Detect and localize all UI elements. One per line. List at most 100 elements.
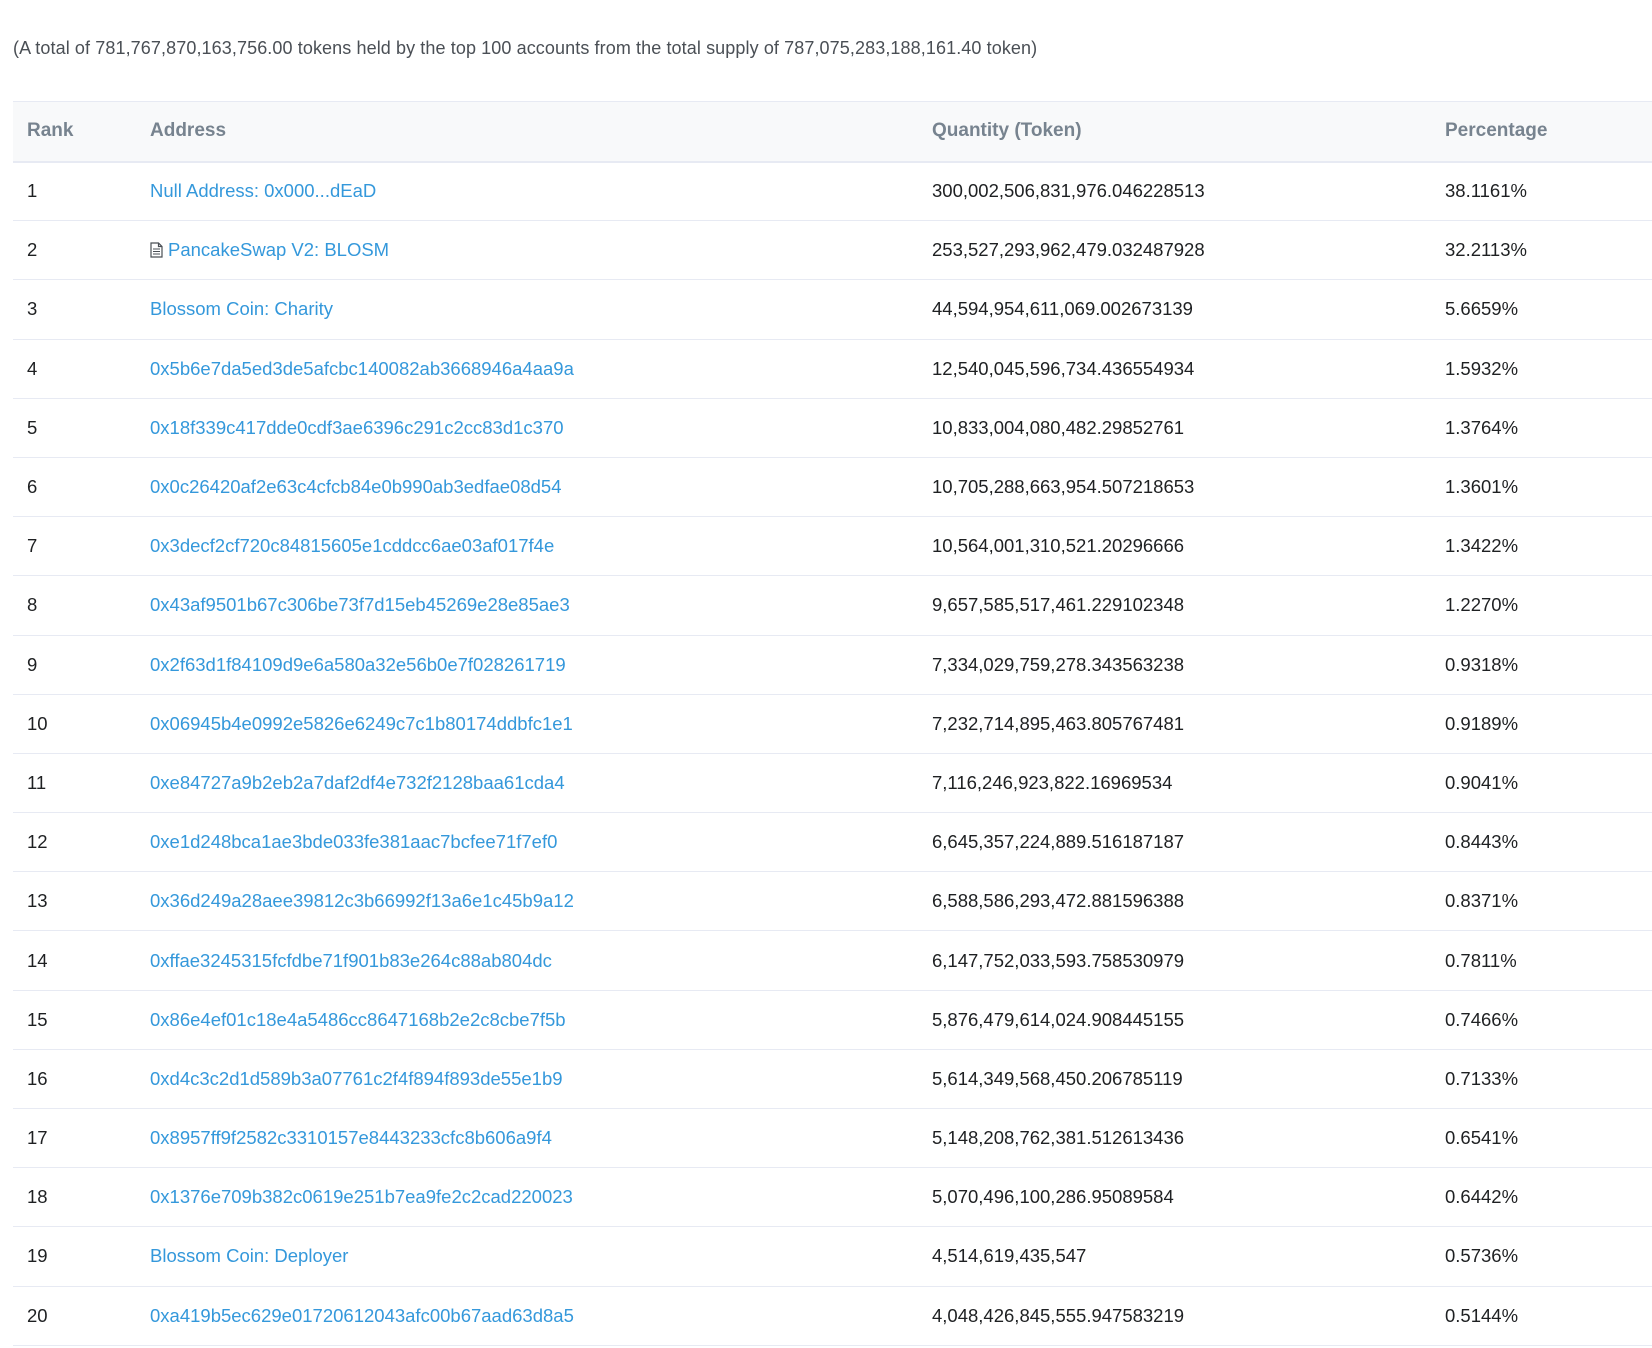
rank-cell: 9 bbox=[13, 635, 150, 695]
address-cell: 0x06945b4e0992e5826e6249c7c1b80174ddbfc1… bbox=[150, 694, 932, 754]
table-row: 19 Blossom Coin: Deployer 4,514,619,435,54… bbox=[13, 1226, 1652, 1287]
percentage-cell: 0.9318% bbox=[1445, 635, 1652, 695]
address-link[interactable]: 0x5b6e7da5ed3de5afcbc140082ab3668946a4aa… bbox=[150, 358, 574, 379]
address-link[interactable]: 0x3decf2cf720c84815605e1cddcc6ae03af017f… bbox=[150, 535, 554, 556]
address-link[interactable]: Blossom Coin: Charity bbox=[150, 298, 333, 319]
address-link[interactable]: Null Address: 0x000...dEaD bbox=[150, 180, 376, 201]
rank-cell: 3 bbox=[13, 279, 150, 340]
address-link[interactable]: 0x36d249a28aee39812c3b66992f13a6e1c45b9a… bbox=[150, 890, 574, 911]
address-link[interactable]: Blossom Coin: Deployer bbox=[150, 1245, 348, 1266]
address-link[interactable]: 0x06945b4e0992e5826e6249c7c1b80174ddbfc1… bbox=[150, 713, 573, 734]
address-cell: 0xe1d248bca1ae3bde033fe381aac7bcfee71f7e… bbox=[150, 812, 932, 873]
quantity-cell: 5,070,496,100,286.95089584 bbox=[932, 1167, 1445, 1228]
percentage-cell: 0.9189% bbox=[1445, 694, 1652, 754]
address-cell: 0x36d249a28aee39812c3b66992f13a6e1c45b9a… bbox=[150, 871, 932, 932]
rank-header: Rank bbox=[13, 101, 150, 163]
percentage-cell: 38.1161% bbox=[1445, 161, 1652, 222]
quantity-cell: 6,645,357,224,889.516187187 bbox=[932, 812, 1445, 873]
address-link[interactable]: 0xffae3245315fcfdbe71f901b83e264c88ab804… bbox=[150, 950, 552, 971]
quantity-cell: 6,588,586,293,472.881596388 bbox=[932, 871, 1445, 932]
quantity-cell: 253,527,293,962,479.032487928 bbox=[932, 220, 1445, 281]
table-row: 16 0xd4c3c2d1d589b3a07761c2f4f894f893de55… bbox=[13, 1049, 1652, 1110]
address-link[interactable]: 0x18f339c417dde0cdf3ae6396c291c2cc83d1c3… bbox=[150, 417, 564, 438]
address-cell: PancakeSwap V2: BLOSM bbox=[150, 220, 932, 281]
address-link[interactable]: 0xa419b5ec629e01720612043afc00b67aad63d8… bbox=[150, 1305, 574, 1326]
table-body: 1 Null Address: 0x000...dEaD 300,002,506,8… bbox=[13, 161, 1652, 1346]
rank-cell: 8 bbox=[13, 575, 150, 636]
quantity-cell: 7,232,714,895,463.805767481 bbox=[932, 694, 1445, 754]
address-cell: 0x3decf2cf720c84815605e1cddcc6ae03af017f… bbox=[150, 516, 932, 577]
quantity-cell: 10,833,004,080,482.29852761 bbox=[932, 398, 1445, 458]
table-row: 13 0x36d249a28aee39812c3b66992f13a6e1c45b… bbox=[13, 871, 1652, 932]
table-row: 11 0xe84727a9b2eb2a7daf2df4e732f2128baa61… bbox=[13, 753, 1652, 814]
table-row: 9 0x2f63d1f84109d9e6a580a32e56b0e7f028261… bbox=[13, 635, 1652, 695]
table-row: 17 0x8957ff9f2582c3310157e8443233cfc8b606… bbox=[13, 1108, 1652, 1169]
address-link[interactable]: 0x0c26420af2e63c4cfcb84e0b990ab3edfae08d… bbox=[150, 476, 562, 497]
rank-cell: 15 bbox=[13, 990, 150, 1050]
table-row: 5 0x18f339c417dde0cdf3ae6396c291c2cc83d1c… bbox=[13, 398, 1652, 458]
percentage-cell: 1.3601% bbox=[1445, 457, 1652, 518]
percentage-cell: 0.7466% bbox=[1445, 990, 1652, 1050]
address-cell: 0x43af9501b67c306be73f7d15eb45269e28e85a… bbox=[150, 575, 932, 636]
contract-file-icon bbox=[150, 242, 163, 258]
percentage-header: Percentage bbox=[1445, 101, 1652, 163]
percentage-cell: 1.5932% bbox=[1445, 339, 1652, 399]
quantity-cell: 5,876,479,614,024.908445155 bbox=[932, 990, 1445, 1050]
rank-cell: 17 bbox=[13, 1108, 150, 1169]
rank-cell: 11 bbox=[13, 753, 150, 814]
address-link[interactable]: 0x2f63d1f84109d9e6a580a32e56b0e7f0282617… bbox=[150, 654, 566, 675]
address-cell: 0x1376e709b382c0619e251b7ea9fe2c2cad2200… bbox=[150, 1167, 932, 1228]
table-row: 20 0xa419b5ec629e01720612043afc00b67aad63… bbox=[13, 1286, 1652, 1346]
holders-summary: (A total of 781,767,870,163,756.00 token… bbox=[13, 38, 1038, 58]
quantity-cell: 10,564,001,310,521.20296666 bbox=[932, 516, 1445, 577]
percentage-cell: 5.6659% bbox=[1445, 279, 1652, 340]
address-link[interactable]: 0x86e4ef01c18e4a5486cc8647168b2e2c8cbe7f… bbox=[150, 1009, 566, 1030]
address-link[interactable]: 0x8957ff9f2582c3310157e8443233cfc8b606a9… bbox=[150, 1127, 552, 1148]
table-row: 15 0x86e4ef01c18e4a5486cc8647168b2e2c8cbe… bbox=[13, 990, 1652, 1050]
quantity-cell: 7,334,029,759,278.343563238 bbox=[932, 635, 1445, 695]
quantity-cell: 9,657,585,517,461.229102348 bbox=[932, 575, 1445, 636]
rank-cell: 4 bbox=[13, 339, 150, 399]
table-row: 14 0xffae3245315fcfdbe71f901b83e264c88ab8… bbox=[13, 930, 1652, 991]
address-link[interactable]: PancakeSwap V2: BLOSM bbox=[168, 239, 389, 260]
table-row: 7 0x3decf2cf720c84815605e1cddcc6ae03af017… bbox=[13, 516, 1652, 577]
quantity-cell: 10,705,288,663,954.507218653 bbox=[932, 457, 1445, 518]
percentage-cell: 0.5736% bbox=[1445, 1226, 1652, 1287]
quantity-cell: 300,002,506,831,976.046228513 bbox=[932, 161, 1445, 222]
table-row: 2 PancakeSwap V2: BLOSM 253,527,293,962,47… bbox=[13, 220, 1652, 281]
address-link[interactable]: 0xe1d248bca1ae3bde033fe381aac7bcfee71f7e… bbox=[150, 831, 557, 852]
percentage-cell: 0.7133% bbox=[1445, 1049, 1652, 1110]
address-cell: 0x8957ff9f2582c3310157e8443233cfc8b606a9… bbox=[150, 1108, 932, 1169]
percentage-cell: 1.3422% bbox=[1445, 516, 1652, 577]
address-link[interactable]: 0xe84727a9b2eb2a7daf2df4e732f2128baa61cd… bbox=[150, 772, 565, 793]
rank-cell: 16 bbox=[13, 1049, 150, 1110]
address-cell: 0xffae3245315fcfdbe71f901b83e264c88ab804… bbox=[150, 930, 932, 991]
address-cell: Blossom Coin: Charity bbox=[150, 279, 932, 340]
address-cell: 0x5b6e7da5ed3de5afcbc140082ab3668946a4aa… bbox=[150, 339, 932, 399]
table-row: 8 0x43af9501b67c306be73f7d15eb45269e28e85… bbox=[13, 575, 1652, 636]
address-cell: 0x86e4ef01c18e4a5486cc8647168b2e2c8cbe7f… bbox=[150, 990, 932, 1050]
rank-cell: 20 bbox=[13, 1286, 150, 1346]
token-holders-table: Rank Address Quantity (Token) Percentage… bbox=[13, 101, 1652, 1346]
quantity-cell: 12,540,045,596,734.436554934 bbox=[932, 339, 1445, 399]
address-link[interactable]: 0xd4c3c2d1d589b3a07761c2f4f894f893de55e1… bbox=[150, 1068, 563, 1089]
percentage-cell: 0.8443% bbox=[1445, 812, 1652, 873]
table-row: 12 0xe1d248bca1ae3bde033fe381aac7bcfee71f… bbox=[13, 812, 1652, 873]
percentage-cell: 0.7811% bbox=[1445, 930, 1652, 991]
percentage-cell: 0.5144% bbox=[1445, 1286, 1652, 1346]
rank-cell: 13 bbox=[13, 871, 150, 932]
address-header: Address bbox=[150, 101, 932, 163]
rank-cell: 19 bbox=[13, 1226, 150, 1287]
quantity-cell: 5,148,208,762,381.512613436 bbox=[932, 1108, 1445, 1169]
address-cell: 0x2f63d1f84109d9e6a580a32e56b0e7f0282617… bbox=[150, 635, 932, 695]
table-row: 1 Null Address: 0x000...dEaD 300,002,506,8… bbox=[13, 161, 1652, 222]
rank-cell: 5 bbox=[13, 398, 150, 458]
rank-cell: 14 bbox=[13, 930, 150, 991]
quantity-cell: 6,147,752,033,593.758530979 bbox=[932, 930, 1445, 991]
percentage-cell: 0.6442% bbox=[1445, 1167, 1652, 1228]
quantity-cell: 7,116,246,923,822.16969534 bbox=[932, 753, 1445, 814]
address-link[interactable]: 0x43af9501b67c306be73f7d15eb45269e28e85a… bbox=[150, 594, 570, 615]
rank-cell: 6 bbox=[13, 457, 150, 518]
quantity-cell: 44,594,954,611,069.002673139 bbox=[932, 279, 1445, 340]
address-link[interactable]: 0x1376e709b382c0619e251b7ea9fe2c2cad2200… bbox=[150, 1186, 573, 1207]
